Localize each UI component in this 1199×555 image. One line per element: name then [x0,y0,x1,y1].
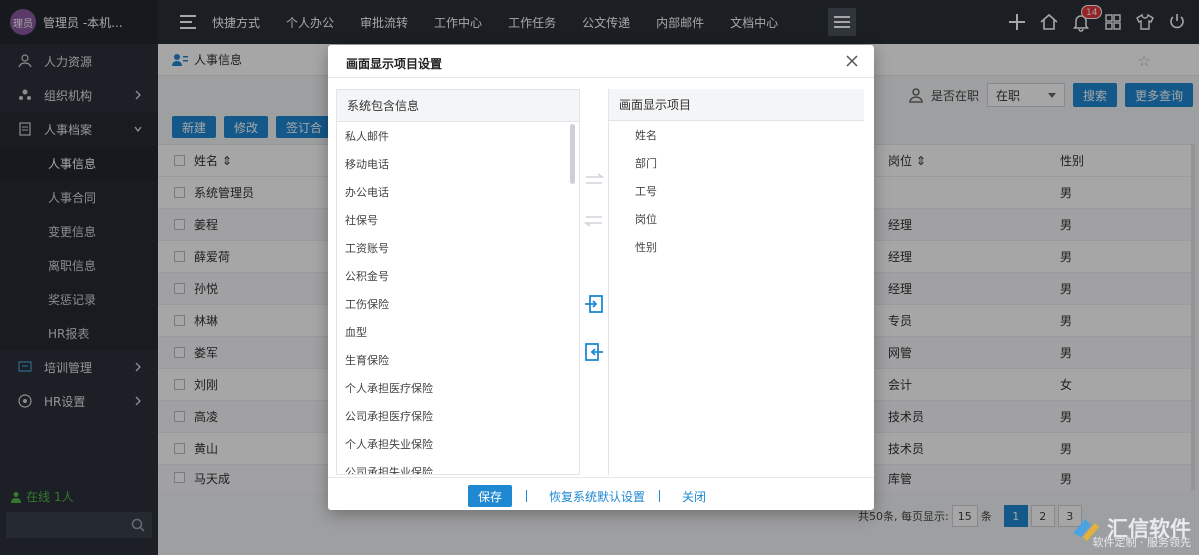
move-all-right-icon[interactable] [583,169,605,191]
list-item[interactable]: 姓名 [609,121,864,149]
close-icon[interactable] [846,55,858,67]
available-items-header: 系统包含信息 [337,90,579,122]
list-item[interactable]: 生育保险 [337,346,579,374]
available-items-scrollbar[interactable] [570,124,575,184]
list-item[interactable]: 部门 [609,149,864,177]
list-item[interactable]: 工号 [609,177,864,205]
close-link[interactable]: 关闭 [682,488,706,505]
list-item[interactable]: 办公电话 [337,178,579,206]
list-item[interactable]: 公司承担医疗保险 [337,402,579,430]
list-item[interactable]: 工资账号 [337,234,579,262]
display-items-list: 画面显示项目 姓名 部门 工号 岗位 性别 [608,89,864,475]
watermark-slogan: 软件定制 · 服务领先 [1092,536,1192,549]
move-all-left-icon[interactable] [583,209,605,231]
list-item[interactable]: 社保号 [337,206,579,234]
display-items-dialog: 画面显示项目设置 系统包含信息 私人邮件 移动电话 办公电话 社保号 工资账号 … [328,45,874,510]
list-item[interactable]: 公司承担失业保险 [337,458,579,474]
list-item[interactable]: 私人邮件 [337,122,579,150]
app-root: 理员 管理员 -本机... 快捷方式 个人办公 审批流转 工作中心 工作任务 公… [0,0,1199,555]
footer-separator [659,490,661,502]
dialog-footer: 保存 恢复系统默认设置 关闭 [468,485,706,507]
list-item[interactable]: 个人承担医疗保险 [337,374,579,402]
restore-defaults-link[interactable]: 恢复系统默认设置 [549,488,645,505]
remove-item-icon[interactable] [583,341,605,363]
available-items-list: 系统包含信息 私人邮件 移动电话 办公电话 社保号 工资账号 公积金号 工伤保险… [336,89,580,475]
list-item[interactable]: 公积金号 [337,262,579,290]
footer-divider [328,477,874,478]
list-item[interactable]: 血型 [337,318,579,346]
list-item[interactable]: 性别 [609,233,864,261]
list-item[interactable]: 个人承担失业保险 [337,430,579,458]
dialog-title: 画面显示项目设置 [346,57,443,71]
list-item[interactable]: 岗位 [609,205,864,233]
watermark-logo: 汇信软件 软件定制 · 服务领先 [1069,508,1192,549]
display-items-header: 画面显示项目 [609,89,864,121]
footer-separator [526,490,528,502]
add-item-icon[interactable] [583,293,605,315]
list-item[interactable]: 移动电话 [337,150,579,178]
save-button[interactable]: 保存 [468,485,513,507]
dialog-divider [328,77,874,78]
list-item[interactable]: 工伤保险 [337,290,579,318]
